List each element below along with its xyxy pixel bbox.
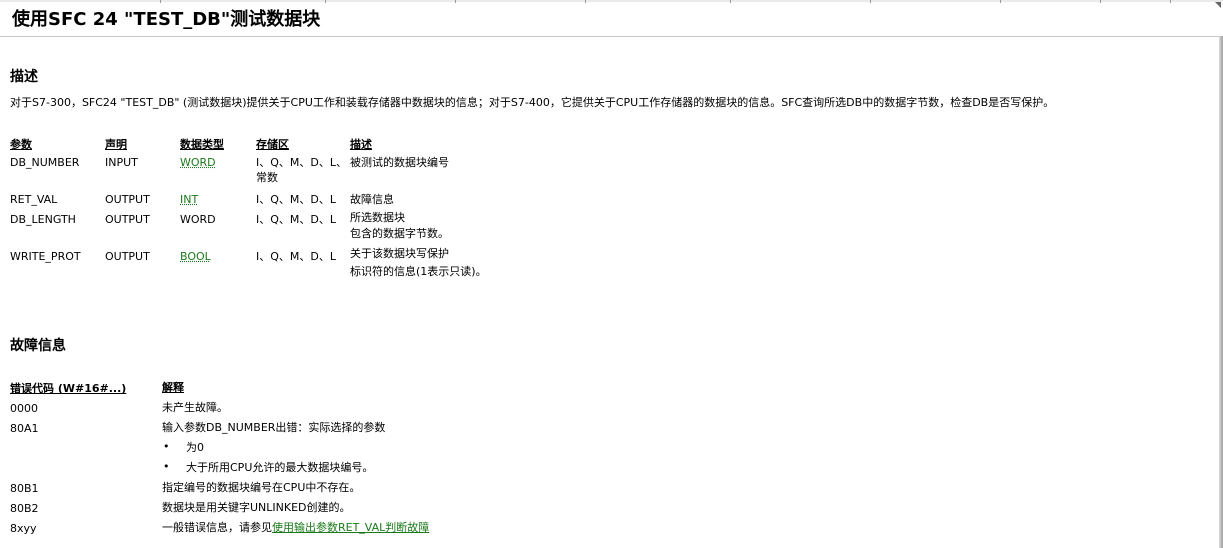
- col-header-desc: 描述: [350, 138, 372, 151]
- param-name: RET_VAL: [10, 193, 58, 206]
- param-memory: I、Q、M、D、L、: [256, 156, 347, 169]
- column-tick: [870, 0, 871, 3]
- error-text: 数据块是用关键字UNLINKED创建的。: [162, 501, 351, 514]
- column-tick: [585, 0, 586, 3]
- param-type-link[interactable]: BOOL: [180, 249, 211, 264]
- col-header-memory: 存储区: [256, 138, 289, 151]
- param-memory: I、Q、M、D、L: [256, 213, 336, 226]
- param-memory-line2: 常数: [256, 171, 278, 184]
- description-heading: 描述: [10, 69, 38, 85]
- param-desc-line2: 包含的数据字节数。: [350, 227, 449, 240]
- column-tick: [160, 0, 161, 3]
- column-tick: [455, 0, 456, 3]
- bullet-icon: •: [163, 440, 170, 453]
- page-title: 使用SFC 24 "TEST_DB"测试数据块: [12, 9, 321, 30]
- param-type-link[interactable]: WORD: [180, 155, 216, 170]
- error-code: 8xyy: [10, 522, 37, 535]
- param-desc-line2: 标识符的信息(1表示只读)。: [350, 265, 487, 278]
- description-text: 对于S7-300，SFC24 "TEST_DB" (测试数据块)提供关于CPU工…: [10, 96, 1055, 109]
- param-type: WORD: [180, 213, 216, 226]
- param-desc: 故障信息: [350, 193, 394, 206]
- error-code: 0000: [10, 402, 38, 415]
- error-text: 输入参数DB_NUMBER出错：实际选择的参数: [162, 421, 386, 434]
- param-name: WRITE_PROT: [10, 250, 81, 263]
- param-desc: 被测试的数据块编号: [350, 156, 449, 169]
- param-decl: OUTPUT: [105, 213, 150, 226]
- col-header-explanation: 解释: [162, 381, 184, 394]
- param-memory: I、Q、M、D、L: [256, 193, 336, 206]
- ret-val-link[interactable]: 使用输出参数RET_VAL判断故障: [272, 521, 429, 534]
- error-code: 80A1: [10, 422, 39, 435]
- scrollbar-edge[interactable]: [1219, 36, 1223, 548]
- column-tick: [325, 0, 326, 3]
- param-name: DB_NUMBER: [10, 156, 80, 169]
- error-text: 指定编号的数据块编号在CPU中不存在。: [162, 481, 361, 494]
- error-text: 为0: [186, 441, 204, 454]
- error-row-8xyy: 一般错误信息，请参见使用输出参数RET_VAL判断故障: [162, 520, 429, 535]
- param-desc: 所选数据块: [350, 211, 405, 224]
- error-text: 大于所用CPU允许的最大数据块编号。: [186, 461, 374, 474]
- column-tick: [1170, 0, 1171, 3]
- top-strip: [0, 0, 1223, 2]
- column-tick: [1000, 0, 1001, 3]
- error-text: 未产生故障。: [162, 401, 228, 414]
- bullet-icon: •: [163, 460, 170, 473]
- title-bar: 使用SFC 24 "TEST_DB"测试数据块: [0, 0, 1223, 37]
- param-memory: I、Q、M、D、L: [256, 250, 336, 263]
- error-text: 一般错误信息，请参见: [162, 521, 272, 534]
- col-header-type: 数据类型: [180, 138, 224, 151]
- param-decl: OUTPUT: [105, 250, 150, 263]
- error-code: 80B1: [10, 482, 39, 495]
- error-code: 80B2: [10, 502, 39, 515]
- param-type-link[interactable]: INT: [180, 192, 198, 207]
- param-name: DB_LENGTH: [10, 213, 76, 226]
- param-decl: INPUT: [105, 156, 138, 169]
- col-header-error-code: 错误代码 (W#16#...): [10, 382, 127, 395]
- column-tick: [730, 0, 731, 3]
- errors-heading: 故障信息: [10, 338, 66, 354]
- column-tick: [1100, 0, 1101, 3]
- param-decl: OUTPUT: [105, 193, 150, 206]
- param-desc: 关于该数据块写保护: [350, 247, 449, 260]
- col-header-decl: 声明: [105, 138, 127, 151]
- corner-triangle-icon: [1215, 2, 1221, 8]
- col-header-param: 参数: [10, 138, 32, 151]
